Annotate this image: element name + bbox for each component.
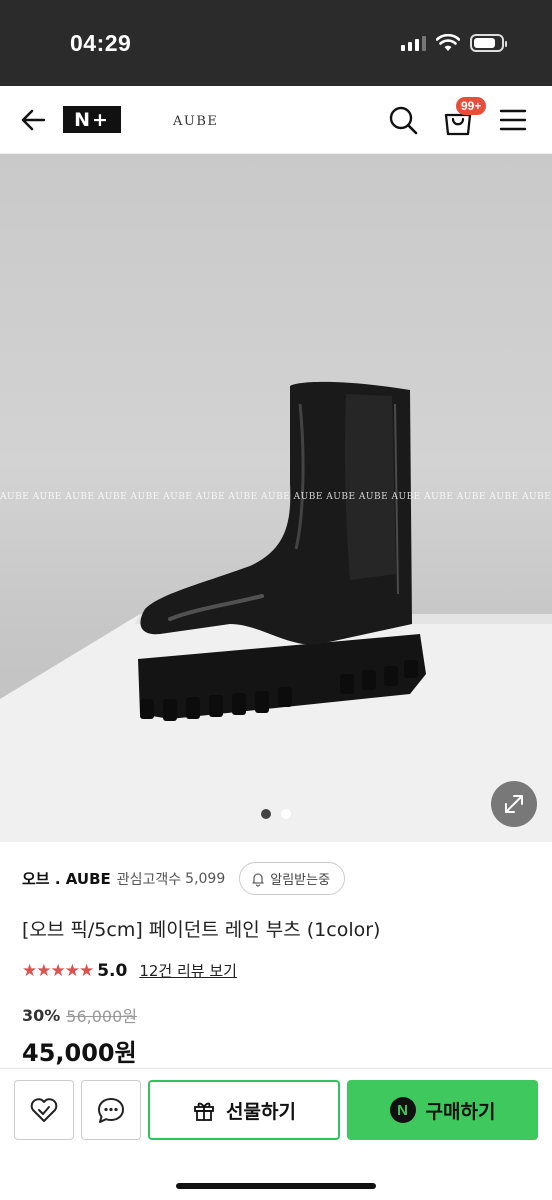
pagination-dot-1[interactable] — [261, 809, 271, 819]
product-title: [오브 픽/5cm] 페이던트 레인 부츠 (1color) — [22, 919, 381, 941]
bell-icon — [252, 872, 264, 887]
npay-icon: N — [389, 1097, 416, 1123]
gallery-pagination — [0, 809, 552, 819]
arrow-left-icon[interactable] — [18, 104, 50, 136]
gift-button-label: 선물하기 — [226, 1100, 296, 1123]
discount-rate: 30% — [22, 1005, 61, 1025]
search-icon[interactable] — [387, 104, 419, 136]
status-time: 04:29 — [70, 30, 132, 56]
hamburger-menu-icon[interactable] — [499, 106, 527, 134]
brand-name-link[interactable]: 오브 . AUBE — [22, 868, 111, 889]
buy-button-label: 구매하기 — [425, 1100, 496, 1123]
image-watermark: AUBE AUBE AUBE AUBE AUBE AUBE AUBE AUBE … — [0, 492, 552, 502]
notify-button[interactable]: 알림받는중 — [239, 862, 346, 895]
pagination-dot-2[interactable] — [281, 809, 291, 819]
original-price: 56,000원 — [66, 1007, 138, 1026]
notify-label: 알림받는중 — [270, 873, 331, 888]
product-image-gallery[interactable]: AUBE AUBE AUBE AUBE AUBE AUBE AUBE AUBE … — [0, 154, 552, 842]
review-link[interactable]: 12건 리뷰 보기 — [139, 960, 237, 981]
cart-count-badge: 99+ — [456, 97, 487, 115]
heart-check-icon — [30, 1098, 58, 1122]
rating-stars: ★★★★★ — [22, 960, 94, 981]
battery-icon — [470, 34, 507, 52]
top-nav: N+ AUBE 99+ — [0, 86, 552, 154]
wishlist-button[interactable] — [14, 1080, 74, 1140]
rating-value: 5.0 — [97, 960, 128, 981]
sale-price: 45,000원 — [22, 1039, 137, 1067]
chat-button[interactable] — [81, 1080, 141, 1140]
status-bar: 04:29 — [0, 0, 552, 86]
discount-row: 30% 56,000원 — [22, 1003, 137, 1027]
brand-store-name[interactable]: AUBE — [173, 114, 218, 129]
status-icons — [401, 34, 507, 52]
brand-row: 오브 . AUBE 관심고객수 5,099 알림받는중 — [22, 862, 346, 895]
nplus-logo[interactable]: N+ — [63, 106, 121, 133]
home-indicator[interactable] — [176, 1183, 376, 1189]
expand-image-button[interactable] — [491, 781, 537, 827]
gift-button[interactable]: 선물하기 — [148, 1080, 340, 1140]
chat-bubble-icon — [98, 1098, 124, 1123]
bottom-action-bar: 선물하기 N 구매하기 — [0, 1068, 552, 1200]
buy-button[interactable]: N 구매하기 — [347, 1080, 538, 1140]
gift-icon — [194, 1102, 214, 1121]
interest-label: 관심고객수 — [116, 871, 182, 888]
rating-row: ★★★★★ 5.0 12건 리뷰 보기 — [22, 960, 237, 981]
wifi-icon — [436, 34, 460, 51]
interest-count: 5,099 — [185, 870, 226, 887]
cellular-signal-icon — [401, 35, 426, 51]
